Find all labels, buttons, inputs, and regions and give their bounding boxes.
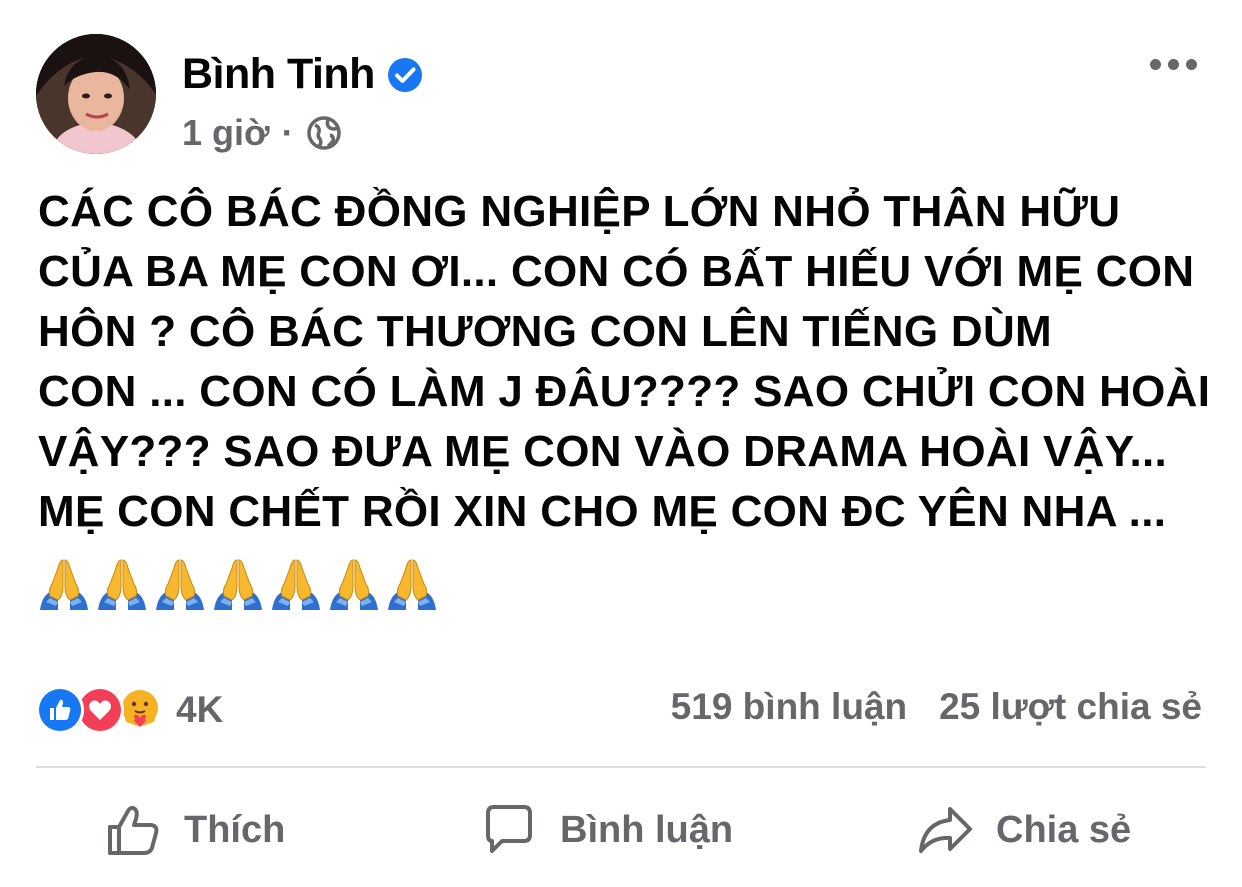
emoji-row [36,556,440,612]
action-bar: Thích Bình luận Chia sẻ [0,790,1242,870]
more-dot-icon [1186,58,1197,70]
post-stats: 519 bình luận 25 lượt chia sẻ [671,686,1202,728]
comment-count[interactable]: 519 bình luận [671,686,907,728]
reactions-summary[interactable]: 4K [36,686,223,734]
globe-icon [306,116,341,150]
more-dot-icon [1168,58,1179,70]
folded-hands-emoji [272,559,320,610]
divider [36,766,1206,768]
share-arrow-icon [919,807,972,853]
folded-hands-emoji [98,559,146,610]
post-meta: 1 giờ · [182,112,342,154]
folded-hands-emoji [40,559,88,610]
share-count[interactable]: 25 lượt chia sẻ [939,686,1202,728]
reaction-count[interactable]: 4K [176,689,223,731]
post-author[interactable]: Bình Tinh [182,50,423,99]
folded-hands-emoji [388,559,436,610]
thumbs-up-icon [108,805,159,855]
comment-label: Bình luận [560,808,734,851]
post-time[interactable]: 1 giờ [182,112,270,154]
folded-hands-emoji [214,559,262,610]
share-button[interactable]: Chia sẻ [916,790,1131,870]
meta-separator: · [281,112,294,153]
like-label: Thích [184,808,286,851]
folded-hands-emoji [330,559,378,610]
like-reaction-icon [36,686,84,734]
more-dot-icon [1150,58,1161,70]
post-text: CÁC CÔ BÁC ĐỒNG NGHIỆP LỚN NHỎ THÂN HỮU … [38,187,1211,536]
like-button[interactable]: Thích [104,790,285,870]
more-options-button[interactable] [1150,54,1200,74]
comment-bubble-icon [486,805,532,853]
avatar[interactable] [36,34,156,154]
comment-button[interactable]: Bình luận [480,790,733,870]
author-name[interactable]: Bình Tinh [182,50,375,99]
folded-hands-emoji [156,559,204,610]
share-label: Chia sẻ [996,808,1132,851]
verified-badge-icon [387,57,422,92]
